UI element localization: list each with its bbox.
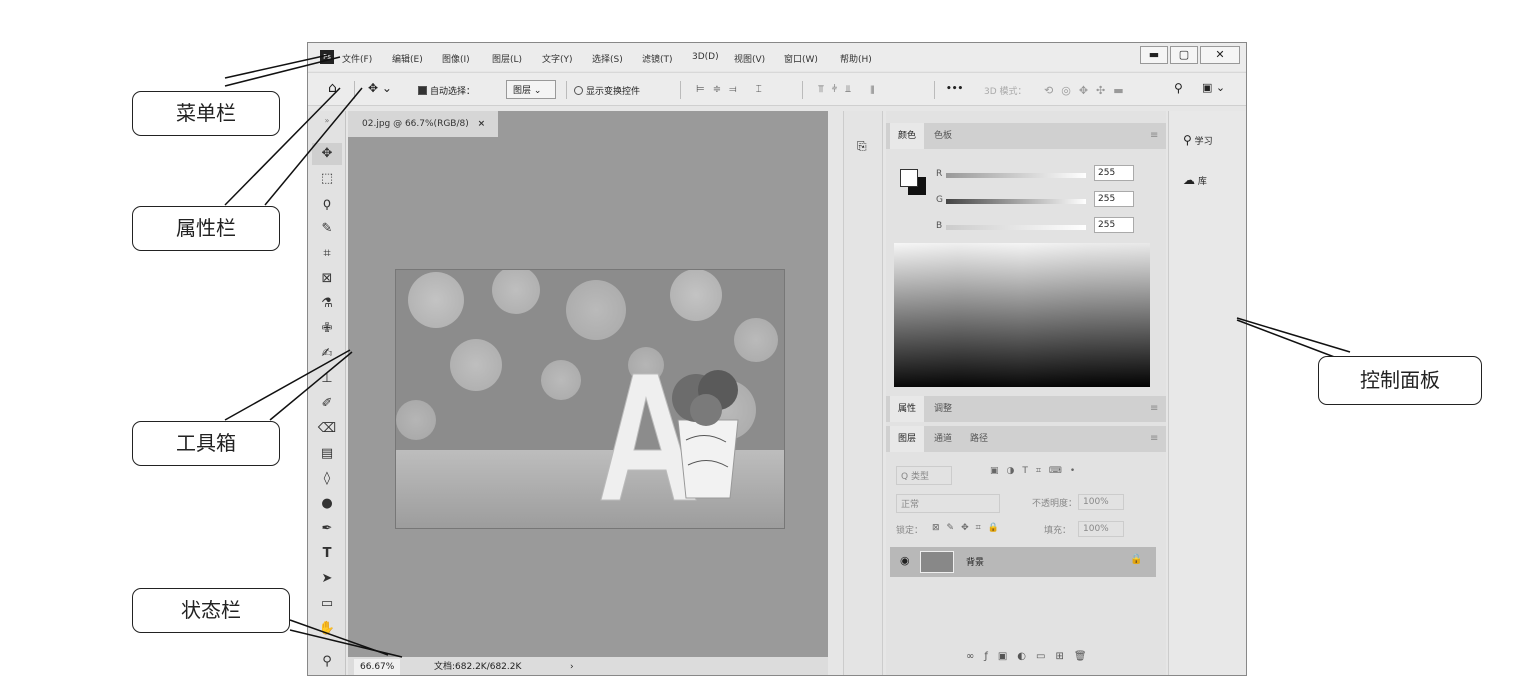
callout-status-bar: 状态栏: [132, 588, 290, 633]
line-menu-bar: [224, 56, 341, 87]
callout-menu-bar: 菜单栏: [132, 91, 280, 136]
line-menu-bar-2: [224, 54, 329, 79]
foreground-swatch-front: [900, 169, 918, 187]
callout-toolbox: 工具箱: [132, 421, 280, 466]
callout-control-panel: 控制面板: [1318, 356, 1482, 405]
callout-options-bar: 属性栏: [132, 206, 280, 251]
